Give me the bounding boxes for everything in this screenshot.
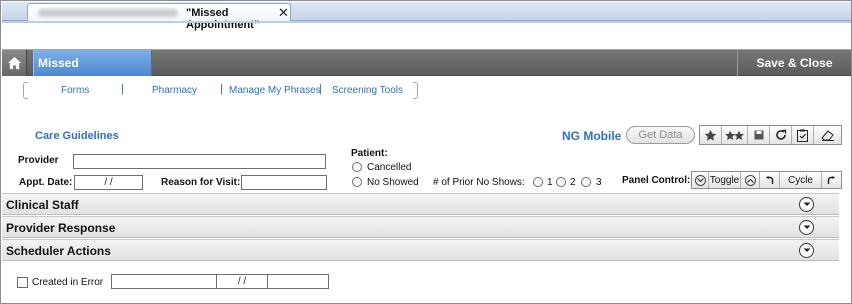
nav-link-pharmacy[interactable]: Pharmacy xyxy=(152,85,197,96)
home-icon[interactable] xyxy=(2,50,27,76)
patient-label: Patient: xyxy=(351,148,388,159)
radio-cancelled-label: Cancelled xyxy=(367,162,412,173)
care-guidelines-link[interactable]: Care Guidelines xyxy=(35,130,119,142)
radio-cancelled[interactable] xyxy=(352,162,362,172)
refresh-icon[interactable] xyxy=(770,126,792,144)
panel-control-label: Panel Control: xyxy=(622,175,691,186)
section-title: Scheduler Actions xyxy=(6,244,111,258)
save-icon[interactable] xyxy=(748,126,770,144)
created-in-error-label: Created in Error xyxy=(32,277,104,288)
close-icon[interactable]: ✕ xyxy=(278,5,289,21)
radio-no-showed[interactable] xyxy=(352,177,362,187)
save-close-button[interactable]: Save & Close xyxy=(737,50,851,76)
reason-for-visit-label: Reason for Visit: xyxy=(161,177,241,188)
created-in-error-time-field[interactable] xyxy=(267,274,329,289)
created-in-error-date-field[interactable]: / / xyxy=(216,274,268,289)
panel-control: Toggle Cycle xyxy=(691,171,842,189)
provider-label: Provider xyxy=(18,155,59,166)
toggle-button[interactable]: Toggle xyxy=(709,172,741,188)
redacted-patient-info xyxy=(38,9,178,17)
radio-prior-1-label: 1 xyxy=(547,177,553,188)
section-title: Clinical Staff xyxy=(6,198,79,212)
section-provider-response[interactable]: Provider Response xyxy=(2,216,839,238)
nav-bracket-left xyxy=(23,82,28,99)
toolbar xyxy=(699,125,842,145)
nav-link-screening-tools[interactable]: Screening Tools xyxy=(332,85,403,96)
chevron-down-icon[interactable] xyxy=(799,243,814,258)
nav-link-forms[interactable]: Forms xyxy=(61,85,89,96)
cycle-button[interactable]: Cycle xyxy=(780,172,822,188)
section-clinical-staff[interactable]: Clinical Staff xyxy=(2,193,839,215)
nav-bracket-right xyxy=(413,82,418,99)
clipboard-check-icon[interactable] xyxy=(792,126,814,144)
cycle-forward-icon[interactable] xyxy=(822,172,841,188)
chevron-down-icon[interactable] xyxy=(799,197,814,212)
cycle-back-icon[interactable] xyxy=(760,172,780,188)
document-tab[interactable]: "Missed Appointment" ✕ xyxy=(27,3,291,31)
section-scheduler-actions[interactable]: Scheduler Actions xyxy=(2,239,839,261)
toggle-label: Toggle xyxy=(709,174,740,186)
radio-prior-3-label: 3 xyxy=(596,177,602,188)
appt-date-label: Appt. Date: xyxy=(19,177,73,188)
divider xyxy=(2,21,851,23)
tab-strip: "Missed Appointment" ✕ xyxy=(2,2,851,31)
nav-bar: Forms | Pharmacy | Manage My Phrases | S… xyxy=(23,82,418,100)
nav-separator: | xyxy=(121,83,124,95)
radio-prior-2-label: 2 xyxy=(570,177,576,188)
star-icon[interactable] xyxy=(700,126,722,144)
collapse-all-icon[interactable] xyxy=(692,172,709,188)
prior-no-shows-label: # of Prior No Shows: xyxy=(433,177,525,188)
eraser-icon[interactable] xyxy=(814,126,841,144)
nav-separator: | xyxy=(319,83,322,95)
created-in-error-user-field[interactable] xyxy=(111,274,217,289)
provider-field[interactable] xyxy=(73,154,326,169)
get-data-button[interactable]: Get Data xyxy=(626,126,695,144)
expand-all-icon[interactable] xyxy=(741,172,760,188)
section-title: Provider Response xyxy=(6,221,116,235)
radio-prior-3[interactable] xyxy=(581,177,591,187)
form-window: "Missed Appointment" ✕ Missed Appointmen… xyxy=(0,0,852,304)
tab-title: "Missed Appointment" xyxy=(186,7,260,31)
appt-date-field[interactable]: / / xyxy=(74,175,143,190)
reason-for-visit-field[interactable] xyxy=(241,175,327,190)
nav-separator: | xyxy=(220,83,223,95)
stars-icon[interactable] xyxy=(722,126,748,144)
cycle-label: Cycle xyxy=(787,174,813,186)
nav-link-manage-phrases[interactable]: Manage My Phrases xyxy=(229,85,321,96)
form-header: Missed Appointment Save & Close xyxy=(2,49,851,96)
radio-prior-1[interactable] xyxy=(533,177,543,187)
form-title: Missed Appointment xyxy=(33,50,152,96)
ng-mobile-label: NG Mobile xyxy=(562,129,622,143)
radio-no-showed-label: No Showed xyxy=(367,177,419,188)
created-in-error-checkbox[interactable] xyxy=(17,277,28,288)
chevron-down-icon[interactable] xyxy=(799,220,814,235)
radio-prior-2[interactable] xyxy=(556,177,566,187)
